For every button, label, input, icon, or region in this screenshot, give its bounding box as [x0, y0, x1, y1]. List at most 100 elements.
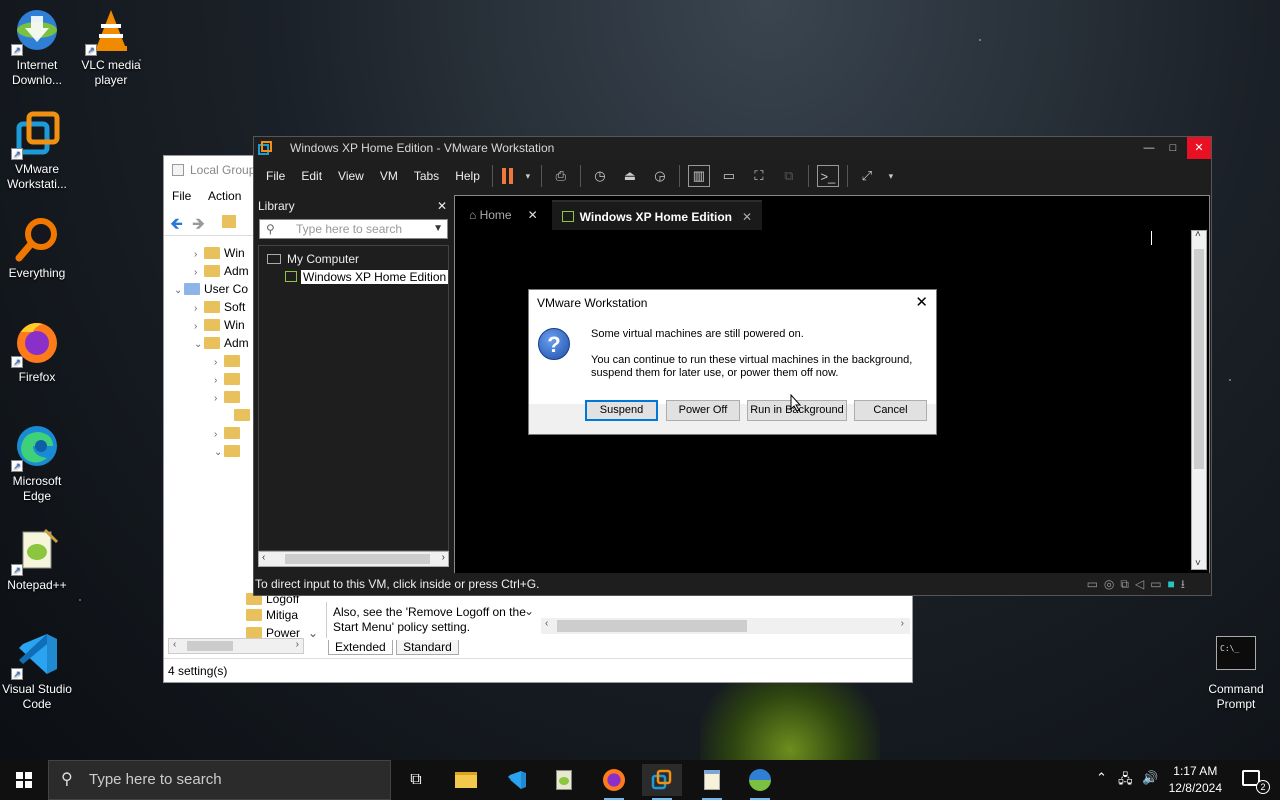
tree-item[interactable]: ›	[214, 352, 244, 370]
taskbar-clock[interactable]: 1:17 AM 12/8/2024	[1169, 763, 1222, 797]
menu-file[interactable]: File	[258, 169, 293, 183]
tree-item[interactable]: › Adm	[194, 262, 249, 280]
taskbar-search-input[interactable]: ⚲ Type here to search	[48, 760, 391, 800]
desktop-icon-everything[interactable]: Everything	[0, 214, 74, 281]
desktop-icon-command-prompt[interactable]: C:\_ Command Prompt	[1199, 636, 1273, 712]
show-library-icon[interactable]: ▥	[687, 165, 710, 187]
menu-tabs[interactable]: Tabs	[406, 169, 447, 183]
policy-description: Also, see the 'Remove Logoff on the Star…	[326, 602, 538, 638]
tree-item[interactable]: ›	[214, 370, 244, 388]
question-icon: ?	[538, 328, 570, 360]
vmware-statusbar: To direct input to this VM, click inside…	[254, 573, 1211, 595]
forward-arrow-icon[interactable]: 🡺	[192, 213, 205, 240]
file-explorer-icon[interactable]	[446, 764, 486, 796]
start-button[interactable]	[0, 760, 48, 800]
unity-icon[interactable]: ⧉	[778, 165, 800, 187]
maximize-button[interactable]: □	[1161, 137, 1185, 159]
gpe-list-hscroll[interactable]: ‹ ›	[541, 618, 910, 634]
home-icon: ⌂	[469, 208, 480, 222]
desktop-icon-idm[interactable]: ↗ Internet Downlo...	[0, 6, 74, 88]
network-icon[interactable]: 🖧	[1118, 770, 1133, 792]
snapshot-manager-icon[interactable]: ◶	[649, 165, 671, 187]
chevron-down-icon[interactable]: ▼	[433, 220, 443, 238]
snapshot-icon[interactable]: ◷	[589, 165, 611, 187]
desktop-icon-notepadpp[interactable]: ↗ Notepad++	[0, 526, 74, 593]
firefox-icon[interactable]	[594, 764, 634, 800]
chevron-up-icon[interactable]: ⌃	[1096, 770, 1107, 786]
gpe-menu-action[interactable]: Action	[208, 189, 241, 203]
tree-item[interactable]: Mitiga	[246, 606, 298, 624]
tree-item[interactable]: › Win	[194, 244, 245, 262]
desktop-icon-label: VLC media player	[81, 58, 141, 87]
desktop-icon-firefox[interactable]: ↗ Firefox	[0, 318, 74, 385]
library-hscroll[interactable]: ‹ ›	[258, 551, 449, 567]
console-view-icon[interactable]: >_	[816, 165, 839, 187]
fullscreen-icon[interactable]: ⛶	[748, 165, 770, 187]
tab-windows-xp[interactable]: Windows XP Home Edition ✕	[551, 200, 763, 230]
library-search-input[interactable]: ⚲ Type here to search ▼	[259, 219, 448, 239]
tree-item[interactable]: › Win	[194, 316, 245, 334]
tab-home[interactable]: ⌂ Home ✕	[459, 200, 548, 230]
tree-item[interactable]: ⌄ Adm	[194, 334, 249, 352]
vmware-confirm-dialog[interactable]: VMware Workstation ✕ ? Some virtual mach…	[528, 289, 937, 435]
revert-snapshot-icon[interactable]: ⏏	[619, 165, 641, 187]
notepad-icon[interactable]	[692, 764, 732, 800]
suspend-button[interactable]: Suspend	[585, 400, 658, 421]
menu-vm[interactable]: VM	[372, 169, 406, 183]
gpe-menu-file[interactable]: File	[172, 189, 191, 203]
desktop-icon-vmware[interactable]: ↗ VMware Workstati...	[0, 110, 74, 192]
close-icon[interactable]: ✕	[742, 210, 752, 224]
device-icons[interactable]: ▭◎⧉◁▭■⭳	[1087, 573, 1191, 595]
tree-item[interactable]: ›	[214, 388, 244, 406]
firefox-icon: ↗	[11, 318, 61, 368]
settings-count: 4 setting(s)	[168, 664, 228, 678]
tree-my-computer[interactable]: My Computer	[267, 250, 359, 268]
notepadpp-icon[interactable]	[544, 764, 584, 796]
chevron-down-icon[interactable]: ⌄	[524, 604, 534, 618]
dialog-titlebar[interactable]: VMware Workstation ✕	[529, 290, 936, 318]
stretch-guest-icon[interactable]: ⤢	[856, 165, 878, 187]
idm-icon[interactable]	[740, 764, 780, 800]
menu-edit[interactable]: Edit	[293, 169, 330, 183]
close-icon[interactable]: ✕	[437, 195, 447, 217]
desktop-icon-edge[interactable]: ↗ Microsoft Edge	[0, 422, 74, 504]
minimize-button[interactable]: —	[1137, 137, 1161, 159]
desktop-icon-vlc[interactable]: ↗ VLC media player	[74, 6, 148, 88]
vm-vscroll[interactable]: ˄ ˅	[1191, 229, 1207, 570]
pause-icon[interactable]	[501, 165, 515, 187]
cancel-button[interactable]: Cancel	[854, 400, 927, 421]
close-icon[interactable]: ✕	[915, 290, 928, 316]
vmware-icon[interactable]	[642, 764, 682, 800]
menu-view[interactable]: View	[330, 169, 372, 183]
vscode-icon[interactable]	[496, 764, 536, 796]
tree-item[interactable]: ›	[214, 424, 244, 442]
gpe-tree-hscroll[interactable]: ‹ ›	[168, 638, 304, 654]
edge-icon: ↗	[11, 422, 61, 472]
menu-help[interactable]: Help	[447, 169, 488, 183]
desktop-icon-vscode[interactable]: ↗ Visual Studio Code	[0, 630, 74, 712]
notification-center-icon[interactable]: 2	[1242, 768, 1270, 794]
chevron-down-icon[interactable]: ▾	[523, 165, 533, 187]
volume-icon[interactable]: 🔊	[1142, 770, 1158, 786]
library-tree: My Computer Windows XP Home Edition	[258, 245, 449, 551]
tree-item[interactable]: › Soft	[194, 298, 245, 316]
tab-extended[interactable]: Extended	[328, 640, 393, 655]
tab-standard[interactable]: Standard	[396, 640, 459, 655]
close-icon[interactable]: ✕	[528, 208, 538, 222]
tree-item[interactable]: ⌄ User Co	[174, 280, 248, 298]
tree-vm-item[interactable]: Windows XP Home Edition	[285, 268, 449, 286]
back-arrow-icon[interactable]: 🡸	[170, 213, 183, 240]
thumbnail-bar-icon[interactable]: ▭	[718, 165, 740, 187]
close-button[interactable]: ✕	[1187, 137, 1211, 159]
task-view-icon[interactable]: ⧉	[396, 764, 436, 796]
send-ctrl-alt-del-icon[interactable]: ⎙	[550, 165, 572, 187]
vm-tabbar: ⌂ Home ✕ Windows XP Home Edition ✕	[455, 196, 1209, 230]
up-folder-icon[interactable]	[222, 215, 236, 228]
windows-logo-icon	[16, 772, 32, 788]
chevron-down-icon[interactable]: ▾	[886, 165, 896, 187]
vmware-titlebar[interactable]: Windows XP Home Edition - VMware Worksta…	[254, 137, 1211, 159]
power-off-button[interactable]: Power Off	[666, 400, 740, 421]
dialog-title: VMware Workstation	[537, 296, 648, 310]
tree-item[interactable]: ⌄	[214, 442, 244, 460]
tree-item[interactable]	[224, 406, 254, 424]
